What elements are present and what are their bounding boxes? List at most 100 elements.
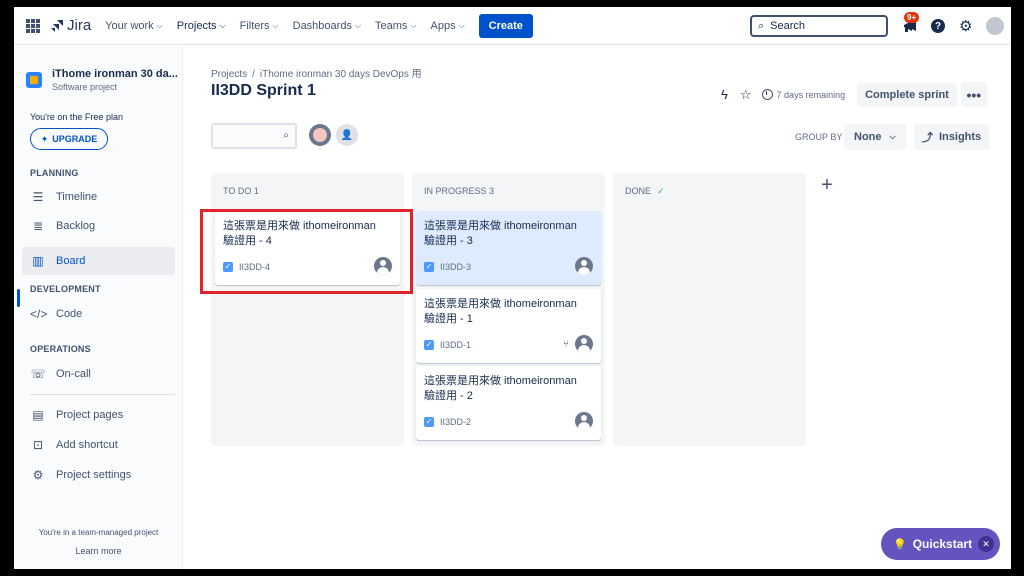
nav-teams[interactable]: Teams ⌵ [375, 7, 416, 45]
chevron-down-icon: ⌵ [219, 20, 226, 30]
nav-label: Filters [239, 19, 270, 32]
breadcrumb-project[interactable]: iThome ironman 30 days DevOps 用 [260, 69, 422, 80]
board-icon: ▥ [32, 254, 44, 268]
sidebar-item-label: Backlog [56, 220, 96, 232]
issue-card[interactable]: 這張票是用來做 ithomeironman 驗證用 - 1 ✓ II3DD-1 … [416, 289, 601, 363]
plan-text: You're on the Free plan [30, 112, 123, 122]
upgrade-button[interactable]: ✦ UPGRADE [30, 128, 108, 150]
jira-logo[interactable]: Jira [50, 17, 91, 34]
group-by-value: None [854, 131, 882, 143]
nav-label: Projects [176, 19, 217, 32]
checkbox-icon: ✓ [424, 262, 434, 272]
team-managed-text: You're in a team-managed project [38, 528, 159, 537]
breadcrumb-projects[interactable]: Projects [211, 69, 247, 80]
page-title: II3DD Sprint 1 [211, 82, 316, 99]
create-button[interactable]: Create [478, 13, 533, 38]
settings-icon[interactable]: ⚙ [959, 17, 972, 35]
chevron-down-icon: ⌵ [458, 20, 465, 30]
sidebar-item-label: Add shortcut [56, 439, 118, 451]
unassigned-avatar-icon[interactable] [575, 257, 593, 275]
sidebar-item-label: Code [56, 308, 83, 320]
help-icon[interactable]: ? [931, 19, 945, 33]
sidebar-item-project-settings[interactable]: ⚙ Project settings [22, 461, 175, 489]
nav-label: Dashboards [292, 19, 352, 32]
sprint-actions: ϟ ☆ 7 days remaining Complete sprint ••• [721, 82, 987, 107]
nav-projects[interactable]: Projects ⌵ [177, 7, 226, 45]
search-icon: ⌕ [758, 19, 765, 32]
nav-filters[interactable]: Filters ⌵ [240, 7, 279, 45]
insights-button[interactable]: ⤴ Insights [914, 124, 990, 150]
days-remaining: 7 days remaining [776, 89, 846, 100]
sidebar-divider [30, 394, 175, 395]
assignee-avatar[interactable] [309, 124, 331, 146]
breadcrumb: Projects / iThome ironman 30 days DevOps 用 [211, 65, 422, 80]
learn-more-link[interactable]: Learn more [14, 546, 183, 556]
sidebar-item-code[interactable]: </> Code [22, 300, 175, 328]
chevron-down-icon: ⌵ [156, 20, 163, 30]
issue-card[interactable]: 這張票是用來做 ithomeironman 驗證用 - 3 ✓ II3DD-3 [416, 211, 601, 285]
search-input[interactable]: ⌕ Search [750, 15, 888, 37]
project-type: Software project [52, 82, 118, 92]
unassigned-avatar-icon[interactable] [575, 412, 593, 430]
chevron-down-icon: ⌵ [410, 20, 417, 30]
user-avatar[interactable] [986, 17, 1005, 35]
highlight-annotation [200, 209, 413, 294]
code-icon: </> [30, 307, 48, 321]
checkbox-icon: ✓ [424, 417, 434, 427]
issue-card[interactable]: 這張票是用來做 ithomeironman 驗證用 - 2 ✓ II3DD-2 [416, 366, 601, 440]
column-title: TO DO 1 [223, 186, 259, 196]
sidebar-item-board[interactable]: ▥ Board [22, 247, 175, 275]
sidebar: iThome ironman 30 da... Software project… [14, 46, 183, 569]
star-icon[interactable]: ☆ [740, 87, 752, 103]
backlog-icon: ≣ [32, 219, 44, 233]
column-title: DONE ✓ [625, 186, 665, 197]
sidebar-item-on-call[interactable]: ☏ On-call [22, 360, 175, 388]
unassigned-avatar-icon[interactable] [575, 335, 593, 353]
column-done: DONE ✓ [613, 173, 806, 446]
project-name: iThome ironman 30 da... [52, 68, 178, 80]
app-switcher-icon[interactable] [26, 18, 40, 33]
complete-sprint-button[interactable]: Complete sprint [857, 82, 957, 107]
group-by-select[interactable]: None ⌵ [844, 124, 906, 150]
nav-dashboards[interactable]: Dashboards ⌵ [293, 7, 361, 45]
group-by-label: GROUP BY [795, 132, 843, 142]
nav-label: Apps [430, 19, 456, 32]
issue-key: II3DD-3 [440, 262, 472, 272]
card-title: 這張票是用來做 ithomeironman 驗證用 - 3 [424, 220, 577, 247]
top-right-icons: 9+ ? ⚙ [899, 12, 1005, 39]
branch-icon[interactable]: ⑂ [563, 339, 569, 350]
sidebar-item-add-shortcut[interactable]: ⊡ Add shortcut [22, 431, 175, 459]
gear-icon: ⚙ [32, 468, 44, 482]
notifications-button[interactable]: 9+ [899, 12, 921, 39]
add-people-icon[interactable]: 👤 [336, 124, 358, 146]
jira-logo-icon [51, 19, 63, 32]
automation-bolt-icon[interactable]: ϟ [721, 87, 728, 102]
add-shortcut-icon: ⊡ [32, 438, 44, 452]
section-planning: PLANNING [30, 168, 79, 178]
lightbulb-icon: 💡 [893, 538, 907, 551]
board-search-input[interactable]: ⌕ [211, 123, 297, 149]
jira-window: Jira Your work ⌵ Projects ⌵ Filters ⌵ Dashb… [14, 7, 1011, 569]
add-column-button[interactable]: + [815, 173, 839, 197]
sidebar-item-timeline[interactable]: ☰ Timeline [22, 183, 175, 211]
active-indicator [17, 289, 20, 307]
close-icon[interactable]: ✕ [978, 536, 994, 552]
sidebar-item-backlog[interactable]: ≣ Backlog [22, 212, 175, 240]
sidebar-item-label: On-call [56, 368, 91, 380]
logo-text: Jira [67, 17, 92, 34]
sidebar-item-project-pages[interactable]: ▤ Project pages [22, 401, 175, 429]
notification-badge: 9+ [904, 12, 920, 23]
nav-your-work[interactable]: Your work ⌵ [105, 7, 163, 45]
more-actions-button[interactable]: ••• [960, 82, 987, 107]
chevron-down-icon: ⌵ [272, 20, 279, 30]
project-header[interactable]: iThome ironman 30 da... Software project [26, 68, 178, 92]
nav-apps[interactable]: Apps ⌵ [431, 7, 465, 45]
checkbox-icon: ✓ [424, 340, 434, 350]
search-icon: ⌕ [283, 130, 289, 141]
phone-icon: ☏ [30, 367, 46, 381]
column-title: IN PROGRESS 3 [424, 186, 495, 196]
upgrade-label: UPGRADE [52, 134, 98, 144]
quickstart-button[interactable]: 💡 Quickstart ✕ [881, 528, 1000, 560]
clock-icon [761, 89, 773, 100]
breadcrumb-separator: / [252, 69, 255, 80]
